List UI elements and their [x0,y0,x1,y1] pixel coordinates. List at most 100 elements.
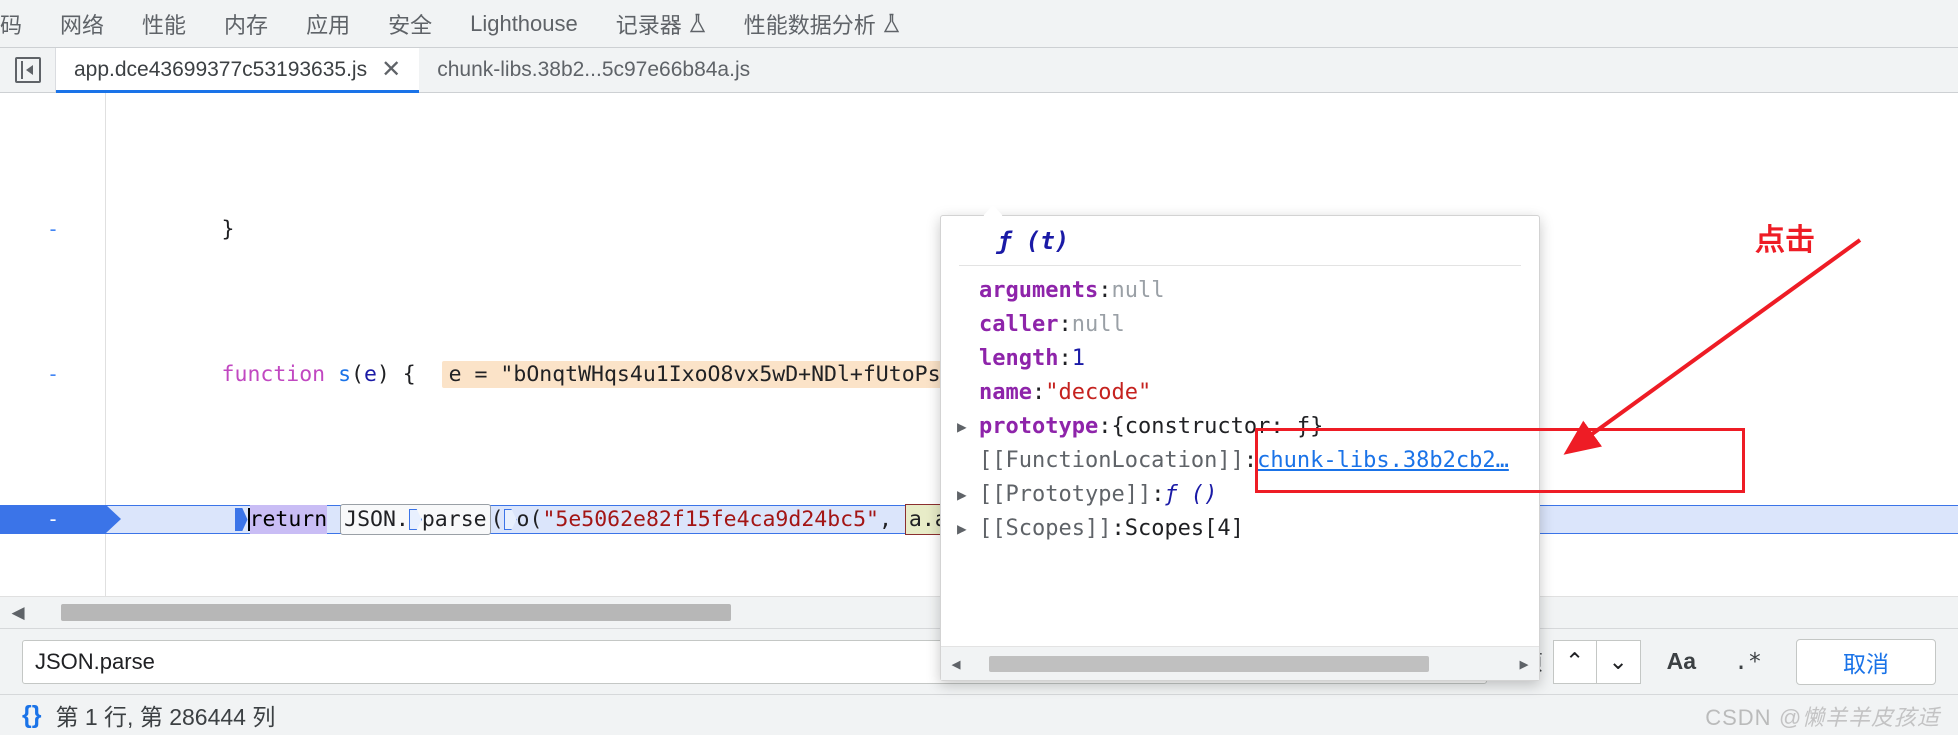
exec-method: parse [421,507,487,532]
watermark-prefix: CSDN [1705,705,1772,730]
chevron-right-icon[interactable]: ▶ [957,512,979,546]
execution-cursor-icon [234,508,248,531]
close-icon[interactable]: ✕ [381,58,401,82]
flask-icon [689,13,706,34]
property-separator: : [1111,516,1125,541]
devtools-tab-security[interactable]: 安全 [369,0,451,47]
annotation-arrow [1563,238,1862,455]
exec-object: JSON. [344,507,409,532]
devtools-tab-label: 安全 [388,12,433,38]
property-row[interactable]: name : "decode" [941,376,1539,410]
property-value: {constructor: ƒ} [1111,414,1324,439]
scrollbar-track[interactable] [971,647,1509,681]
property-separator: : [1151,482,1165,507]
property-key: length [979,346,1059,371]
editor-status-bar: {} 第 1 行, 第 286444 列 [0,694,1958,735]
property-value: null [1111,278,1165,303]
function-location-link[interactable]: chunk-libs.38b2cb2… [1257,444,1509,478]
property-value: Scopes[4] [1124,516,1244,541]
object-inspector-popover[interactable]: ƒ (t) arguments : null caller : null len… [940,205,1540,681]
fold-marker[interactable]: - [0,360,106,389]
match-case-button[interactable]: Aa [1655,640,1708,684]
chevron-right-icon[interactable]: ▶ [957,478,979,512]
devtools-tab-lighthouse[interactable]: Lighthouse [451,0,597,47]
expand-wedge-icon[interactable] [503,509,517,530]
devtools-tab-label: 应用 [306,12,351,38]
devtools-tab-performance[interactable]: 性能 [123,0,205,47]
property-row-function-location[interactable]: [[FunctionLocation]] : chunk-libs.38b2cb… [941,444,1539,478]
scrollbar-thumb[interactable] [61,603,731,621]
property-separator: : [1031,380,1046,405]
file-tab-label: app.dce43699377c53193635.js [74,58,368,81]
cursor-position-label: 第 1 行, 第 286444 列 [55,704,276,730]
devtools-tab-label: 网络 [60,12,105,38]
chevron-down-icon[interactable]: ⌄ [1596,639,1641,684]
devtools-tab-performance-insights[interactable]: 性能数据分析 [725,0,919,47]
chevron-right-icon[interactable]: ▶ [957,410,979,444]
scroll-left-icon[interactable]: ◀ [0,603,36,623]
file-tab-label: chunk-libs.38b2...5c97e66b84a.js [437,58,751,81]
expand-wedge-icon[interactable] [408,509,422,530]
fold-marker[interactable]: - [0,505,121,534]
json-parse-chip[interactable]: JSON. parse [340,504,491,535]
devtools-tab-network[interactable]: 网络 [41,0,123,47]
popover-title: ƒ (t) [959,216,1521,266]
property-value: "decode" [1045,380,1152,405]
flask-icon [883,13,900,34]
property-key: prototype [979,414,1099,439]
cancel-button[interactable]: 取消 [1796,638,1936,685]
fold-marker[interactable]: - [0,215,106,244]
property-separator: : [1058,346,1072,371]
scrollbar-thumb[interactable] [989,655,1429,672]
property-separator: : [1098,414,1112,439]
chevron-up-icon[interactable]: ⌃ [1552,639,1597,684]
devtools-panel-tabbar: 码 网络 性能 内存 应用 安全 Lighthouse 记录器 性能数据分析 [0,0,1958,48]
file-tab-app-js[interactable]: app.dce43699377c53193635.js ✕ [56,48,420,93]
property-separator: : [1098,278,1112,303]
property-key: name [979,380,1032,405]
search-nav-buttons: ⌃ ⌄ [1552,639,1641,684]
devtools-tab-label: 内存 [224,12,269,38]
regex-button[interactable]: .* [1722,640,1774,684]
scroll-left-icon[interactable]: ◀ [941,655,971,673]
scroll-right-icon[interactable]: ▶ [1509,655,1539,673]
property-value: 1 [1071,346,1085,371]
property-key: [[FunctionLocation]] [979,448,1244,473]
property-key: [[Prototype]] [979,482,1152,507]
property-row[interactable]: ▶ prototype : {constructor: ƒ} [941,410,1539,444]
property-key: [[Scopes]] [979,516,1112,541]
exec-keyword: return [249,505,328,534]
devtools-tab-list: 码 网络 性能 内存 应用 安全 Lighthouse 记录器 性能数据分析 [0,0,919,47]
watermark: CSDN @懒羊羊皮孩适 [1705,700,1940,732]
show-navigator-icon[interactable] [0,48,56,92]
devtools-tab-recorder[interactable]: 记录器 [597,0,725,47]
popover-horizontal-scrollbar[interactable]: ◀ ▶ [941,646,1539,680]
property-key: arguments [979,278,1099,303]
devtools-tab-memory[interactable]: 内存 [205,0,287,47]
property-value: null [1071,312,1125,337]
property-row[interactable]: ▶ [[Scopes]] : Scopes[4] [941,512,1539,546]
property-separator: : [1058,312,1072,337]
property-row[interactable]: arguments : null [941,274,1539,308]
annotation-click-label: 点击 [1755,224,1815,257]
watermark-author: @懒羊羊皮孩适 [1778,705,1940,730]
devtools-tab-label: Lighthouse [470,10,578,36]
property-list: arguments : null caller : null length : … [941,266,1539,546]
property-value: ƒ () [1164,482,1218,507]
panel-toggle-glyph [14,57,41,83]
devtools-tab-label: 记录器 [615,12,682,38]
property-row[interactable]: caller : null [941,308,1539,342]
exec-arg1: "5e5062e82f15fe4ca9d24bc5" [542,507,879,532]
source-file-tabbar: app.dce43699377c53193635.js ✕ chunk-libs… [0,48,1958,93]
file-tab-chunk-libs-js[interactable]: chunk-libs.38b2...5c97e66b84a.js [419,48,768,92]
devtools-tab-label: 码 [0,12,23,38]
property-row[interactable]: ▶ [[Prototype]] : ƒ () [941,478,1539,512]
devtools-tab-label: 性能数据分析 [743,12,876,38]
property-separator: : [1243,448,1258,473]
devtools-tab-sources[interactable]: 码 [0,0,41,47]
pretty-print-icon[interactable]: {} [22,701,41,730]
property-row[interactable]: length : 1 [941,342,1539,376]
property-key: caller [979,312,1059,337]
devtools-tab-label: 性能 [142,12,187,38]
devtools-tab-application[interactable]: 应用 [287,0,369,47]
